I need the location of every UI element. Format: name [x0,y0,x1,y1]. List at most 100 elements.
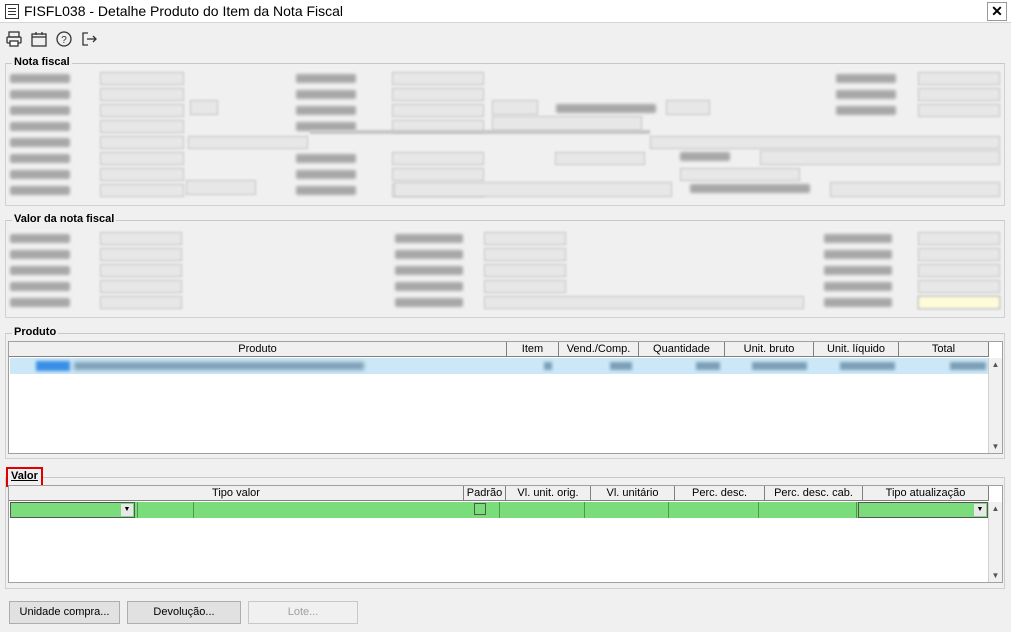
padrao-checkbox[interactable] [474,503,486,515]
redacted-label [824,282,892,291]
redacted-field[interactable] [392,168,484,181]
redacted-field[interactable] [392,72,484,85]
redacted-field[interactable] [918,88,1000,101]
tipo-valor-dropdown[interactable]: ▼ [10,502,135,518]
redacted-field[interactable] [100,88,184,101]
redacted-field[interactable] [394,182,672,197]
redacted-label [395,282,463,291]
redacted-label [10,106,70,115]
col-perc-desc[interactable]: Perc. desc. [675,486,765,501]
redacted-field[interactable] [484,248,566,261]
redacted-label [10,74,70,83]
close-button[interactable]: ✕ [987,2,1007,21]
valor-grid[interactable]: Tipo valor Padrão Vl. unit. orig. Vl. un… [8,485,1003,583]
produto-scrollbar[interactable]: ▲ ▼ [988,358,1002,453]
col-tipo-valor[interactable]: Tipo valor [9,486,464,501]
total-field [918,296,1000,309]
redacted-field[interactable] [918,104,1000,117]
produto-grid[interactable]: Produto Item Vend./Comp. Quantidade Unit… [8,341,1003,454]
redacted-field[interactable] [100,232,182,245]
col-perc-desc-cab[interactable]: Perc. desc. cab. [765,486,863,501]
redacted-field[interactable] [484,232,566,245]
redacted-field[interactable] [100,248,182,261]
lote-button[interactable]: Lote... [248,601,358,624]
redacted-field[interactable] [100,152,184,165]
redacted-field[interactable] [484,296,804,309]
redacted-field[interactable] [918,248,1000,261]
scroll-up-icon[interactable]: ▲ [991,504,1000,513]
redacted-field[interactable] [918,72,1000,85]
redacted-field[interactable] [100,136,184,149]
redacted-label [10,122,70,131]
redacted-field[interactable] [100,280,182,293]
calendar-icon[interactable] [30,30,50,50]
redacted-label [296,74,356,83]
col-item[interactable]: Item [507,342,559,357]
redacted-field[interactable] [680,168,800,181]
redacted-field[interactable] [186,180,256,195]
col-unit-bruto[interactable]: Unit. bruto [725,342,814,357]
redacted-field[interactable] [100,104,184,117]
redacted-field[interactable] [484,280,566,293]
scroll-down-icon[interactable]: ▼ [991,442,1000,451]
redacted-label [10,298,70,307]
toolbar: ? [0,27,1011,53]
table-row[interactable]: ▼ ▼ [10,502,988,518]
redacted-field[interactable] [918,280,1000,293]
devolucao-button[interactable]: Devolução... [127,601,241,624]
col-vl-unit-orig[interactable]: Vl. unit. orig. [506,486,591,501]
redacted-field[interactable] [100,168,184,181]
redacted-field[interactable] [100,72,184,85]
redacted-field[interactable] [190,100,218,115]
printer-icon[interactable] [5,30,25,50]
redacted-field[interactable] [918,232,1000,245]
redacted-label [395,266,463,275]
col-tipo-atualizacao[interactable]: Tipo atualização [863,486,989,501]
redacted-label [296,90,356,99]
col-vend-comp[interactable]: Vend./Comp. [559,342,639,357]
redacted-field[interactable] [918,264,1000,277]
help-icon[interactable]: ? [55,30,75,50]
redacted-label [690,184,810,193]
col-quantidade[interactable]: Quantidade [639,342,725,357]
redacted-field[interactable] [650,136,1000,149]
tipo-atualizacao-dropdown[interactable]: ▼ [858,502,988,518]
redacted-field[interactable] [492,116,642,131]
redacted-field[interactable] [100,264,182,277]
table-row[interactable] [10,358,988,374]
valor-scrollbar[interactable]: ▲ ▼ [988,502,1002,582]
redacted-field[interactable] [392,88,484,101]
redacted-field[interactable] [392,104,484,117]
redacted-field[interactable] [310,130,650,134]
redacted-label [10,154,70,163]
redacted-field[interactable] [484,264,566,277]
col-produto[interactable]: Produto [9,342,507,357]
valor-label: Valor [11,470,38,482]
scroll-down-icon[interactable]: ▼ [991,571,1000,580]
scroll-up-icon[interactable]: ▲ [991,360,1000,369]
redacted-field[interactable] [100,296,182,309]
redacted-label [296,170,356,179]
redacted-field[interactable] [100,120,184,133]
col-total[interactable]: Total [899,342,989,357]
redacted-field[interactable] [492,100,538,115]
document-icon [5,4,19,19]
redacted-field[interactable] [555,152,645,165]
redacted-field[interactable] [760,150,1000,165]
exit-icon[interactable] [80,30,100,50]
redacted-field[interactable] [188,136,308,149]
redacted-field[interactable] [830,182,1000,197]
redacted-field[interactable] [666,100,710,115]
redacted-label [10,186,70,195]
redacted-field[interactable] [392,152,484,165]
nota-fiscal-label: Nota fiscal [12,56,72,68]
window-title: FISFL038 - Detalhe Produto do Item da No… [24,3,344,19]
col-vl-unitario[interactable]: Vl. unitário [591,486,675,501]
col-unit-liquido[interactable]: Unit. líquido [814,342,899,357]
col-padrao[interactable]: Padrão [464,486,506,501]
redacted-field[interactable] [100,184,184,197]
unidade-compra-button[interactable]: Unidade compra... [9,601,120,624]
redacted-label [296,106,356,115]
redacted-label [296,186,356,195]
redacted-label [10,170,70,179]
